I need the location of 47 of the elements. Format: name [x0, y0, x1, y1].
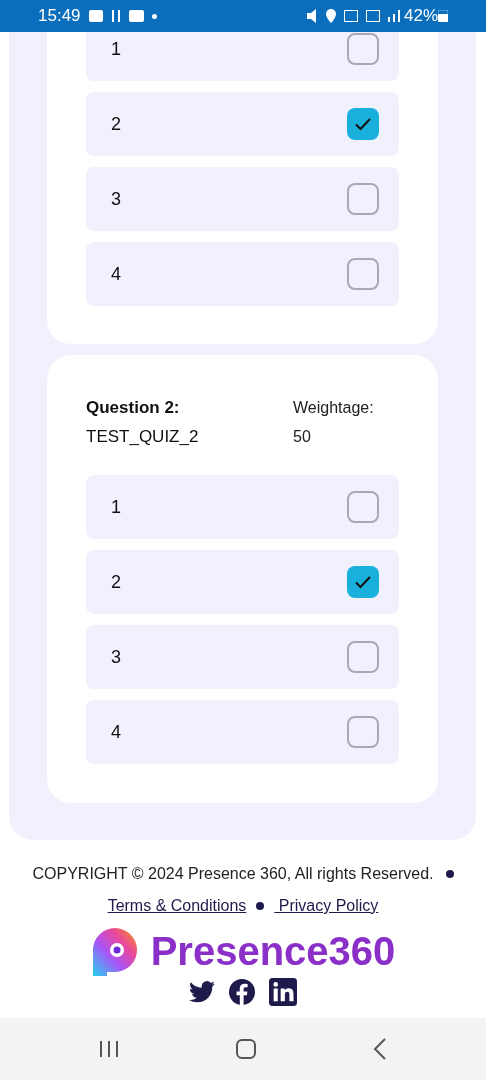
checkbox[interactable]: [347, 183, 379, 215]
facebook-icon[interactable]: [229, 979, 255, 1005]
weightage-value: 50: [293, 427, 312, 447]
footer-link[interactable]: Terms & Conditions: [107, 894, 247, 918]
dot-icon: [151, 13, 157, 19]
battery-icon: [438, 10, 448, 22]
recent-apps-icon[interactable]: [97, 1039, 120, 1059]
mute-icon: [305, 9, 318, 23]
signal-icon: [387, 10, 400, 22]
checkbox[interactable]: [347, 641, 379, 673]
linkedin-icon[interactable]: [269, 978, 297, 1006]
battery-percent: 42%: [403, 5, 438, 28]
checkbox[interactable]: [347, 491, 379, 523]
checkbox[interactable]: [347, 33, 379, 65]
question-name: TEST_QUIZ_2: [86, 426, 199, 448]
answer-option[interactable]: 2: [86, 550, 399, 614]
answer-option[interactable]: 1: [86, 32, 399, 81]
option-label: 1: [111, 495, 121, 519]
home-icon[interactable]: [235, 1038, 257, 1060]
back-icon[interactable]: [372, 1037, 389, 1061]
twitter-icon[interactable]: [189, 981, 215, 1003]
answer-option[interactable]: 4: [86, 242, 399, 306]
option-label: 4: [111, 262, 121, 286]
answer-option[interactable]: 3: [86, 167, 399, 231]
clock: 15:49: [38, 5, 81, 28]
checkbox[interactable]: [347, 258, 379, 290]
bullet-icon: [445, 870, 454, 878]
checkbox[interactable]: [347, 108, 379, 140]
option-label: 3: [111, 645, 121, 669]
answer-option[interactable]: 2: [86, 92, 399, 156]
checkbox[interactable]: [347, 716, 379, 748]
weightage-label: Weightage:: [293, 398, 375, 418]
option-label: 4: [111, 720, 121, 744]
answer-option[interactable]: 3: [86, 625, 399, 689]
answer-option[interactable]: 4: [86, 700, 399, 764]
copyright-text: COPYRIGHT © 2024 Presence 360, All rights Reserved.: [32, 864, 434, 884]
option-label: 2: [111, 112, 121, 136]
footer-link[interactable]: Privacy Policy: [274, 894, 379, 918]
answer-option[interactable]: 1: [86, 475, 399, 539]
location-icon: [325, 9, 336, 23]
bullet-icon: [256, 902, 265, 910]
option-label: 2: [111, 570, 121, 594]
checkbox[interactable]: [347, 566, 379, 598]
question-number: Question 2:: [86, 397, 181, 419]
brand-name: Presence360: [150, 931, 396, 971]
option-label: 1: [111, 37, 121, 61]
option-label: 3: [111, 187, 121, 211]
